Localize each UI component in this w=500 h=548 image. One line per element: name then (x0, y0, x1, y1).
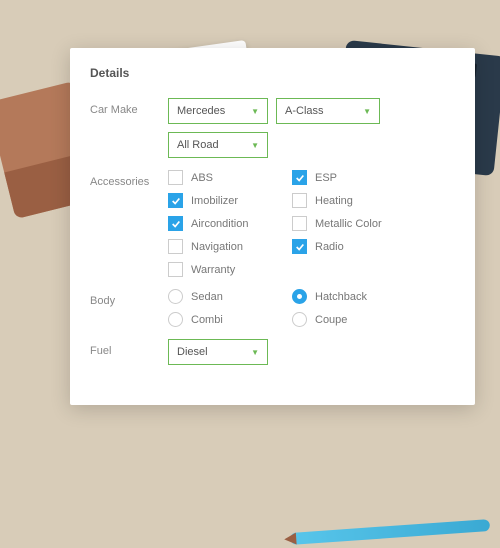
car-trim-select[interactable]: All Road ▼ (168, 132, 268, 158)
accessory-label: Heating (315, 195, 353, 207)
accessory-label: Imobilizer (191, 195, 238, 207)
radio-icon (168, 289, 183, 304)
accessory-label: Warranty (191, 264, 235, 276)
fuel-value: Diesel (177, 346, 208, 358)
checkbox-icon (292, 239, 307, 254)
accessory-imobilizer[interactable]: Imobilizer (168, 193, 288, 208)
chevron-down-icon: ▼ (251, 141, 259, 150)
body-option-label: Sedan (191, 291, 223, 303)
chevron-down-icon: ▼ (363, 107, 371, 116)
accessory-aircondition[interactable]: Aircondition (168, 216, 288, 231)
car-make-value: Mercedes (177, 105, 225, 117)
radio-icon (168, 312, 183, 327)
body-sedan[interactable]: Sedan (168, 289, 288, 304)
body-label: Body (90, 289, 168, 307)
accessory-label: Radio (315, 241, 344, 253)
accessory-label: ESP (315, 172, 337, 184)
car-model-value: A-Class (285, 105, 324, 117)
fuel-label: Fuel (90, 339, 168, 357)
body-hatchback[interactable]: Hatchback (292, 289, 412, 304)
pen-graphic (290, 519, 490, 545)
accessory-warranty[interactable]: Warranty (168, 262, 288, 277)
checkbox-icon (168, 262, 183, 277)
checkbox-icon (292, 216, 307, 231)
body-option-label: Hatchback (315, 291, 367, 303)
checkbox-icon (168, 193, 183, 208)
body-combi[interactable]: Combi (168, 312, 288, 327)
accessory-heating[interactable]: Heating (292, 193, 412, 208)
accessory-abs[interactable]: ABS (168, 170, 288, 185)
checkbox-icon (168, 170, 183, 185)
accessory-label: Aircondition (191, 218, 248, 230)
details-panel: Details Car Make Mercedes ▼ A-Class ▼ Al… (70, 48, 475, 405)
accessory-label: Navigation (191, 241, 243, 253)
accessory-metallic-color[interactable]: Metallic Color (292, 216, 412, 231)
checkbox-icon (168, 216, 183, 231)
car-model-select[interactable]: A-Class ▼ (276, 98, 380, 124)
body-option-label: Combi (191, 314, 223, 326)
checkbox-icon (292, 193, 307, 208)
chevron-down-icon: ▼ (251, 348, 259, 357)
accessory-radio[interactable]: Radio (292, 239, 412, 254)
body-option-label: Coupe (315, 314, 347, 326)
checkbox-icon (168, 239, 183, 254)
accessory-esp[interactable]: ESP (292, 170, 412, 185)
accessory-label: ABS (191, 172, 213, 184)
radio-icon (292, 312, 307, 327)
chevron-down-icon: ▼ (251, 107, 259, 116)
fuel-select[interactable]: Diesel ▼ (168, 339, 268, 365)
accessories-label: Accessories (90, 170, 168, 188)
accessory-navigation[interactable]: Navigation (168, 239, 288, 254)
accessory-label: Metallic Color (315, 218, 382, 230)
car-make-label: Car Make (90, 98, 168, 116)
radio-icon (292, 289, 307, 304)
checkbox-icon (292, 170, 307, 185)
panel-title: Details (90, 66, 455, 80)
car-make-select[interactable]: Mercedes ▼ (168, 98, 268, 124)
body-coupe[interactable]: Coupe (292, 312, 412, 327)
car-trim-value: All Road (177, 139, 219, 151)
